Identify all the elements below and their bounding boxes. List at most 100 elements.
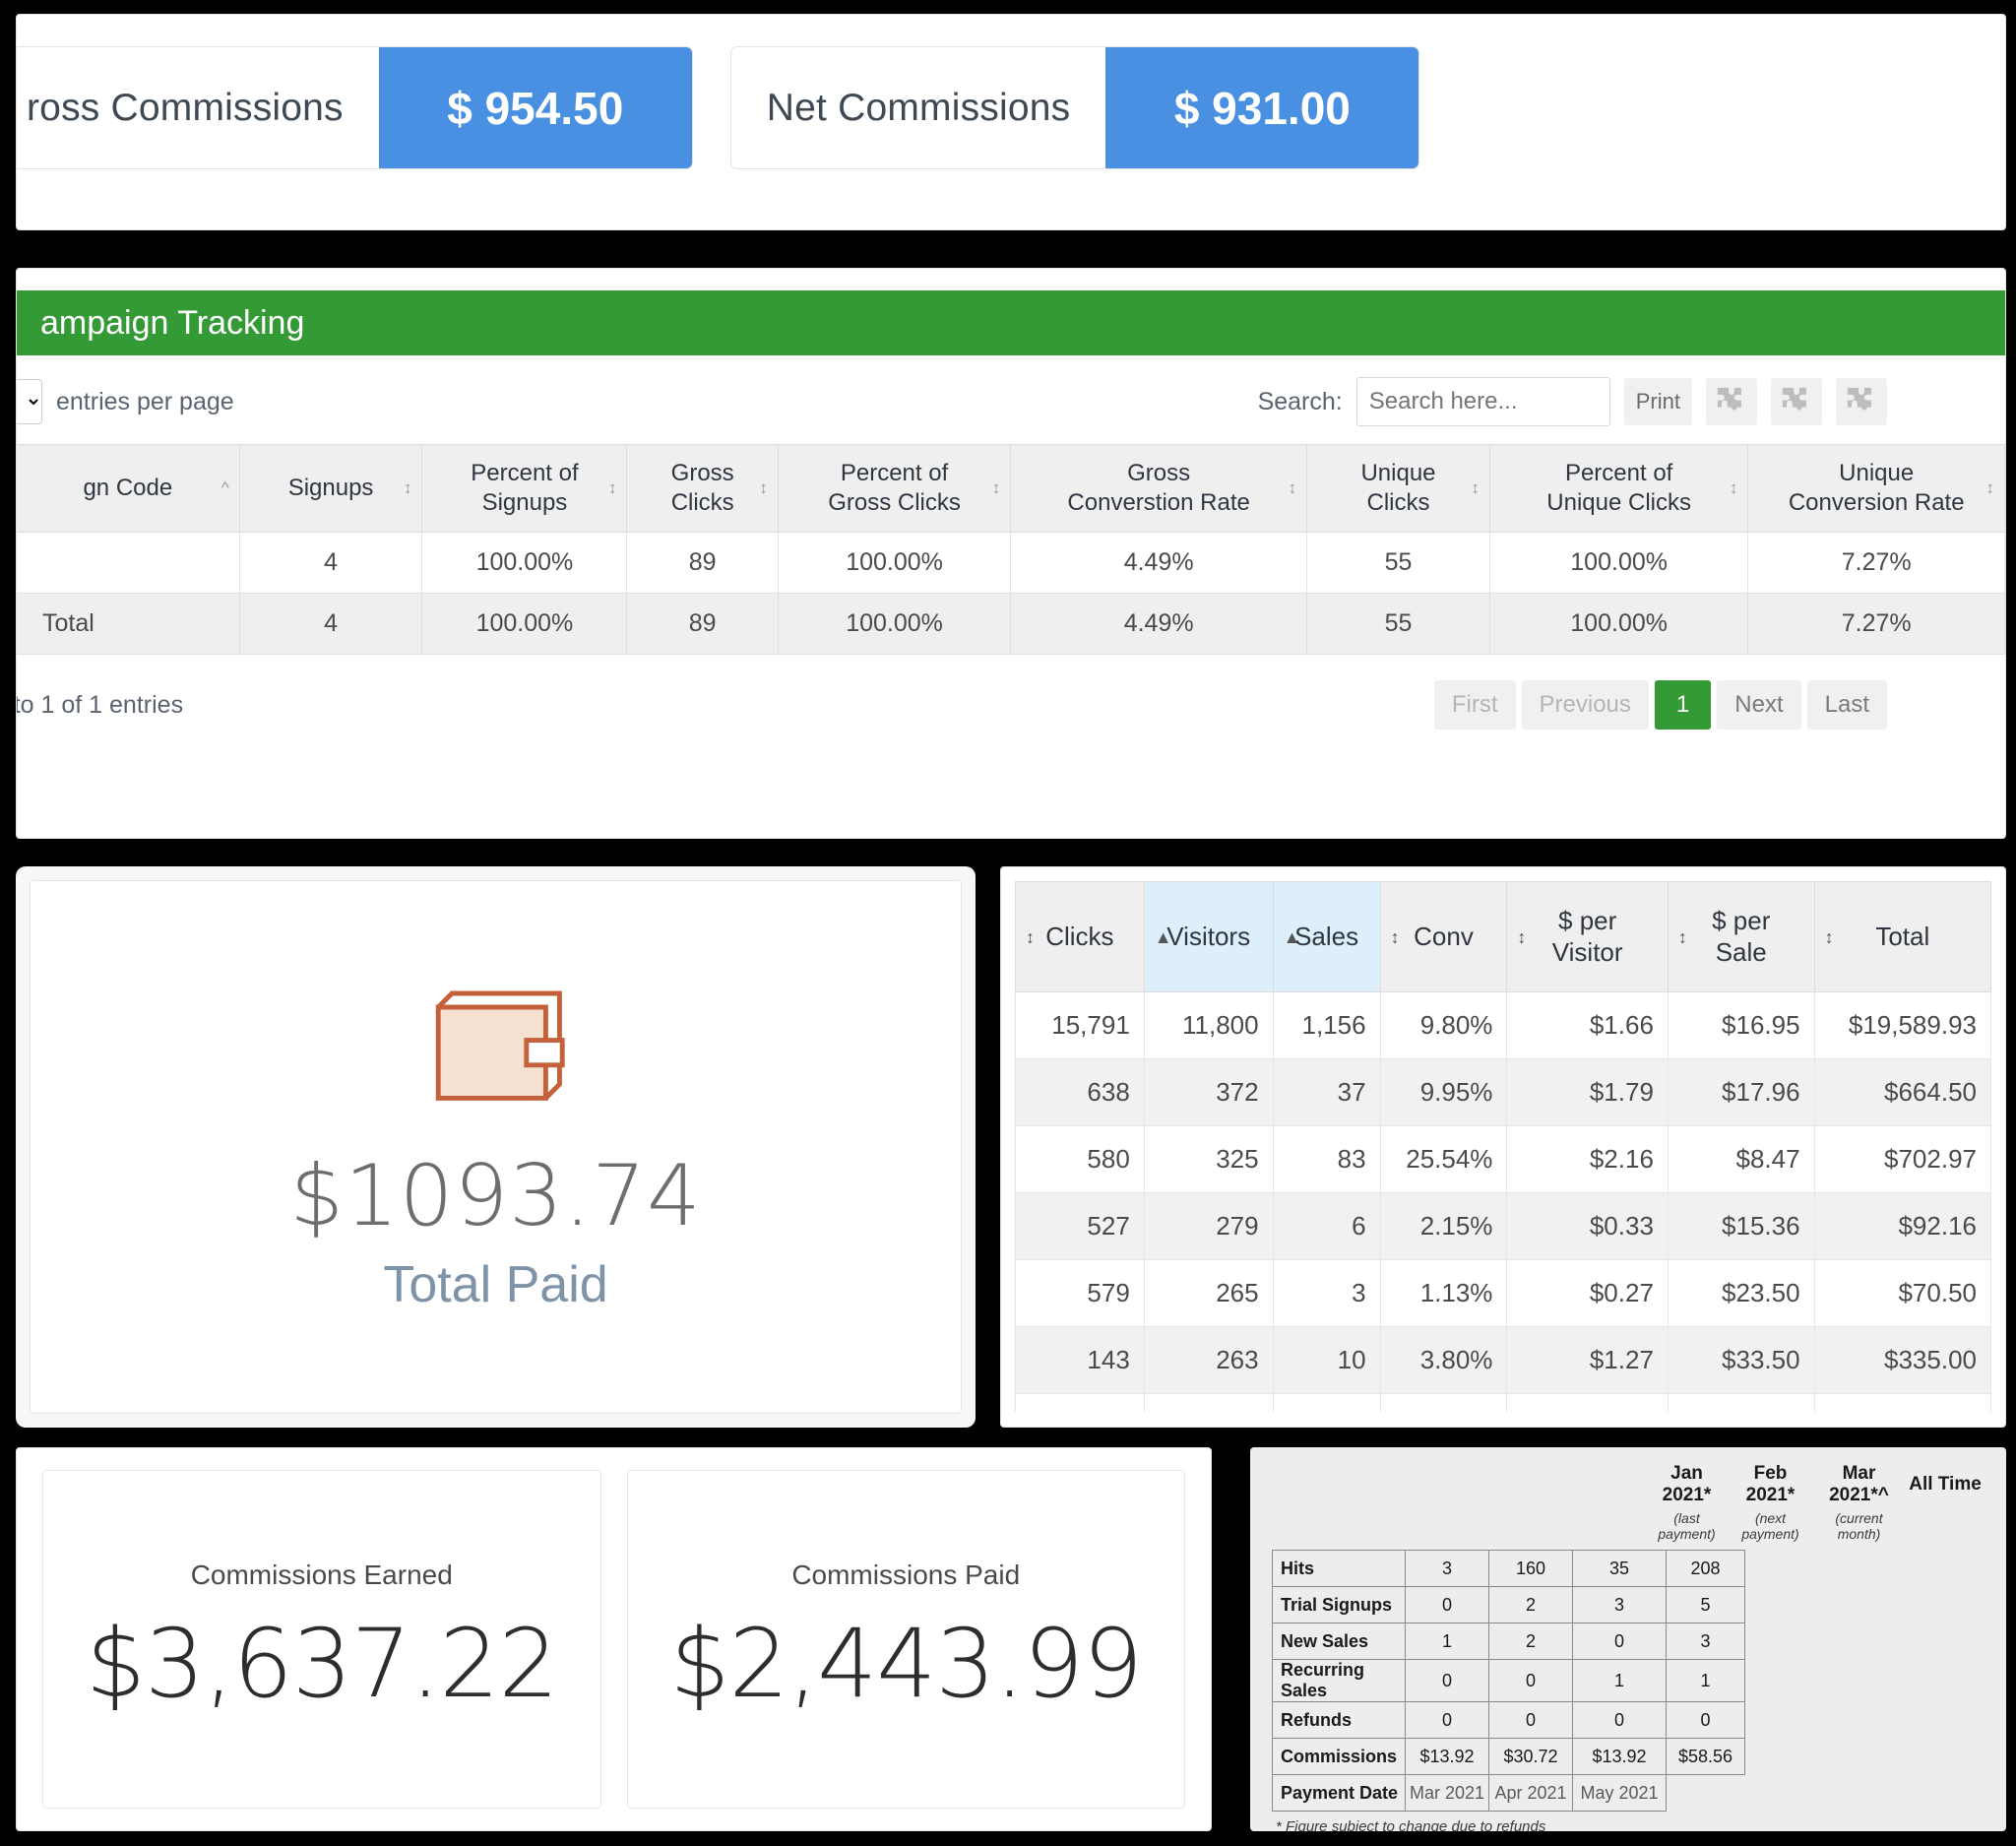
recurring-sales-alltime: 1 xyxy=(1666,1659,1745,1702)
cell-total: $92.16 xyxy=(1813,1192,1992,1260)
table-row[interactable]: 527 279 6 2.15% $0.33 $15.36 $92.16 xyxy=(1015,1192,1992,1260)
table-row[interactable]: 638 372 37 9.95% $1.79 $17.96 $664.50 xyxy=(1015,1058,1992,1126)
sort-icon: ↕ xyxy=(759,478,768,498)
payment-date-jan: Mar 2021 xyxy=(1405,1774,1489,1812)
dashboard-root: ross Commissions $ 954.50 Net Commission… xyxy=(0,0,2016,1846)
table-row[interactable]: 143 263 10 3.80% $1.27 $33.50 $335.00 xyxy=(1015,1326,1992,1394)
gross-commissions-pill[interactable]: ross Commissions $ 954.50 xyxy=(17,46,693,169)
page-next-button[interactable]: Next xyxy=(1717,680,1801,730)
col-conv[interactable]: ↕ Conv xyxy=(1379,881,1508,992)
sort-icon: ↕ xyxy=(1729,478,1738,498)
sort-icon: ↕ xyxy=(403,478,412,498)
total-unique-clicks: 55 xyxy=(1306,593,1490,655)
col-dollar-per-sale[interactable]: ↕ $ per Sale xyxy=(1667,881,1815,992)
col-campaign-code[interactable]: gn Code ^ xyxy=(17,444,240,533)
table-row[interactable]: 15,791 11,800 1,156 9.80% $1.66 $16.95 $… xyxy=(1015,991,1992,1059)
cell-conv: 2.15% xyxy=(1379,1192,1508,1260)
footnote-refunds: * Figure subject to change due to refund… xyxy=(1276,1818,1546,1831)
sort-asc-icon: ▲ xyxy=(1283,926,1301,947)
trial-signups-feb: 2 xyxy=(1488,1586,1573,1623)
commissions-earned-value: $3,637.22 xyxy=(85,1609,559,1719)
col-percent-unique-clicks[interactable]: Percent of Unique Clicks ↕ xyxy=(1489,444,1749,533)
cell-per-sale: $15.36 xyxy=(1667,1192,1815,1260)
col-visitors[interactable]: ▲ Visitors xyxy=(1143,881,1274,992)
table-row: Trial Signups 0 2 3 5 xyxy=(1272,1586,1745,1623)
page-first-button[interactable]: First xyxy=(1433,680,1516,730)
cell-percent-unique-clicks: 100.00% xyxy=(1489,532,1749,594)
col-unique-conversion-rate[interactable]: Unique Conversion Rate ↕ xyxy=(1747,444,2005,533)
net-commissions-label: Net Commissions xyxy=(766,86,1071,129)
col-total[interactable]: ↕ Total xyxy=(1813,881,1992,992)
cell-clicks: 580 xyxy=(1015,1125,1145,1193)
cell-clicks: 15,791 xyxy=(1015,991,1145,1059)
monthly-summary-table: Hits 3 160 35 208 Trial Signups 0 2 3 5 xyxy=(1272,1550,1745,1812)
col-gross-clicks[interactable]: Gross Clicks ↕ xyxy=(626,444,779,533)
sort-icon: ↕ xyxy=(1288,478,1297,498)
page-previous-button[interactable]: Previous xyxy=(1521,680,1649,730)
col-unique-clicks[interactable]: Unique Clicks ↕ xyxy=(1306,444,1490,533)
col-gross-conversion-rate[interactable]: Gross Converstion Rate ↕ xyxy=(1010,444,1308,533)
cell-visitors: 372 xyxy=(1143,1058,1274,1126)
col-dollar-per-visitor[interactable]: ↕ $ per Visitor xyxy=(1506,881,1669,992)
period-mar-label: Mar 2021*^ xyxy=(1829,1463,1889,1505)
cell-campaign-code xyxy=(17,532,240,594)
puzzle-icon-1[interactable] xyxy=(1706,378,1757,425)
commissions-earned-title: Commissions Earned xyxy=(190,1560,453,1590)
new-sales-jan: 1 xyxy=(1405,1623,1489,1660)
commissions-paid-card: Commissions Paid $2,443.99 xyxy=(626,1470,1185,1809)
row-label-commissions: Commissions xyxy=(1272,1738,1406,1775)
cell-per-sale: $33.50 xyxy=(1667,1326,1815,1394)
total-percent-gross-clicks: 100.00% xyxy=(778,593,1012,655)
col-percent-signups[interactable]: Percent of Signups ↕ xyxy=(421,444,628,533)
col-clicks[interactable]: ↕ Clicks xyxy=(1015,881,1145,992)
cell-per-visitor: $0.33 xyxy=(1506,1192,1669,1260)
cell-sales: 3 xyxy=(1272,1259,1381,1327)
net-commissions-pill[interactable]: Net Commissions $ 931.00 xyxy=(729,46,1420,169)
cell-visitors: 11,800 xyxy=(1143,991,1274,1059)
period-jan-label: Jan 2021* xyxy=(1662,1463,1712,1505)
cell-per-visitor: $2.16 xyxy=(1506,1125,1669,1193)
print-button[interactable]: Print xyxy=(1623,378,1692,425)
table-row[interactable]: 4 100.00% 89 100.00% 4.49% 55 100.00% 7.… xyxy=(17,532,2005,594)
hits-alltime: 208 xyxy=(1666,1550,1745,1587)
campaign-tracking-panel: ampaign Tracking entries per page Search… xyxy=(16,268,2006,839)
cell-clicks: 638 xyxy=(1015,1058,1145,1126)
cell-percent-signups: 100.00% xyxy=(421,532,628,594)
row-label-trial-signups: Trial Signups xyxy=(1272,1586,1406,1623)
table-row[interactable]: 580 325 83 25.54% $2.16 $8.47 $702.97 xyxy=(1015,1125,1992,1193)
gross-commissions-label: ross Commissions xyxy=(27,86,344,129)
gross-commissions-value: $ 954.50 xyxy=(378,47,692,168)
col-signups[interactable]: Signups ↕ xyxy=(239,444,423,533)
sort-icon: ↕ xyxy=(991,478,1001,498)
total-signups: 4 xyxy=(239,593,423,655)
hits-feb: 160 xyxy=(1488,1550,1573,1587)
commissions-earned-card: Commissions Earned $3,637.22 xyxy=(42,1470,601,1809)
cell-conv: 25.54% xyxy=(1379,1125,1508,1193)
col-percent-gross-clicks[interactable]: Percent of Gross Clicks ↕ xyxy=(778,444,1012,533)
cell-per-sale: $17.96 xyxy=(1667,1058,1815,1126)
table-row: Hits 3 160 35 208 xyxy=(1272,1550,1745,1587)
total-percent-unique-clicks: 100.00% xyxy=(1489,593,1749,655)
row-label-new-sales: New Sales xyxy=(1272,1623,1406,1660)
cell-percent-gross-clicks: 100.00% xyxy=(778,532,1012,594)
table-row: Commissions $13.92 $30.72 $13.92 $58.56 xyxy=(1272,1738,1745,1775)
period-alltime-label: All Time xyxy=(1909,1474,1982,1495)
table-row[interactable]: 579 265 3 1.13% $0.27 $23.50 $70.50 xyxy=(1015,1259,1992,1327)
puzzle-icon-3[interactable] xyxy=(1836,378,1887,425)
commissions-summary-panel: ross Commissions $ 954.50 Net Commission… xyxy=(16,14,2006,230)
cell-signups: 4 xyxy=(239,532,423,594)
commissions-pill-row: ross Commissions $ 954.50 Net Commission… xyxy=(17,46,1420,169)
summary-period-headers: Jan 2021* Feb 2021* Mar 2021*^ All Time … xyxy=(1272,1461,1984,1544)
trial-signups-jan: 0 xyxy=(1405,1586,1489,1623)
cell-per-sale: $16.95 xyxy=(1667,991,1815,1059)
cell-conv: 1.13% xyxy=(1379,1259,1508,1327)
search-input[interactable] xyxy=(1355,377,1610,426)
page-1-button[interactable]: 1 xyxy=(1654,680,1712,730)
col-sales[interactable]: ▲ Sales xyxy=(1272,881,1381,992)
puzzle-icon-2[interactable] xyxy=(1771,378,1822,425)
cell-total: $335.00 xyxy=(1813,1326,1992,1394)
entries-per-page-select[interactable] xyxy=(17,379,42,424)
table-row: Refunds 0 0 0 0 xyxy=(1272,1701,1745,1739)
page-last-button[interactable]: Last xyxy=(1806,680,1887,730)
commissions-feb: $30.72 xyxy=(1488,1738,1573,1775)
